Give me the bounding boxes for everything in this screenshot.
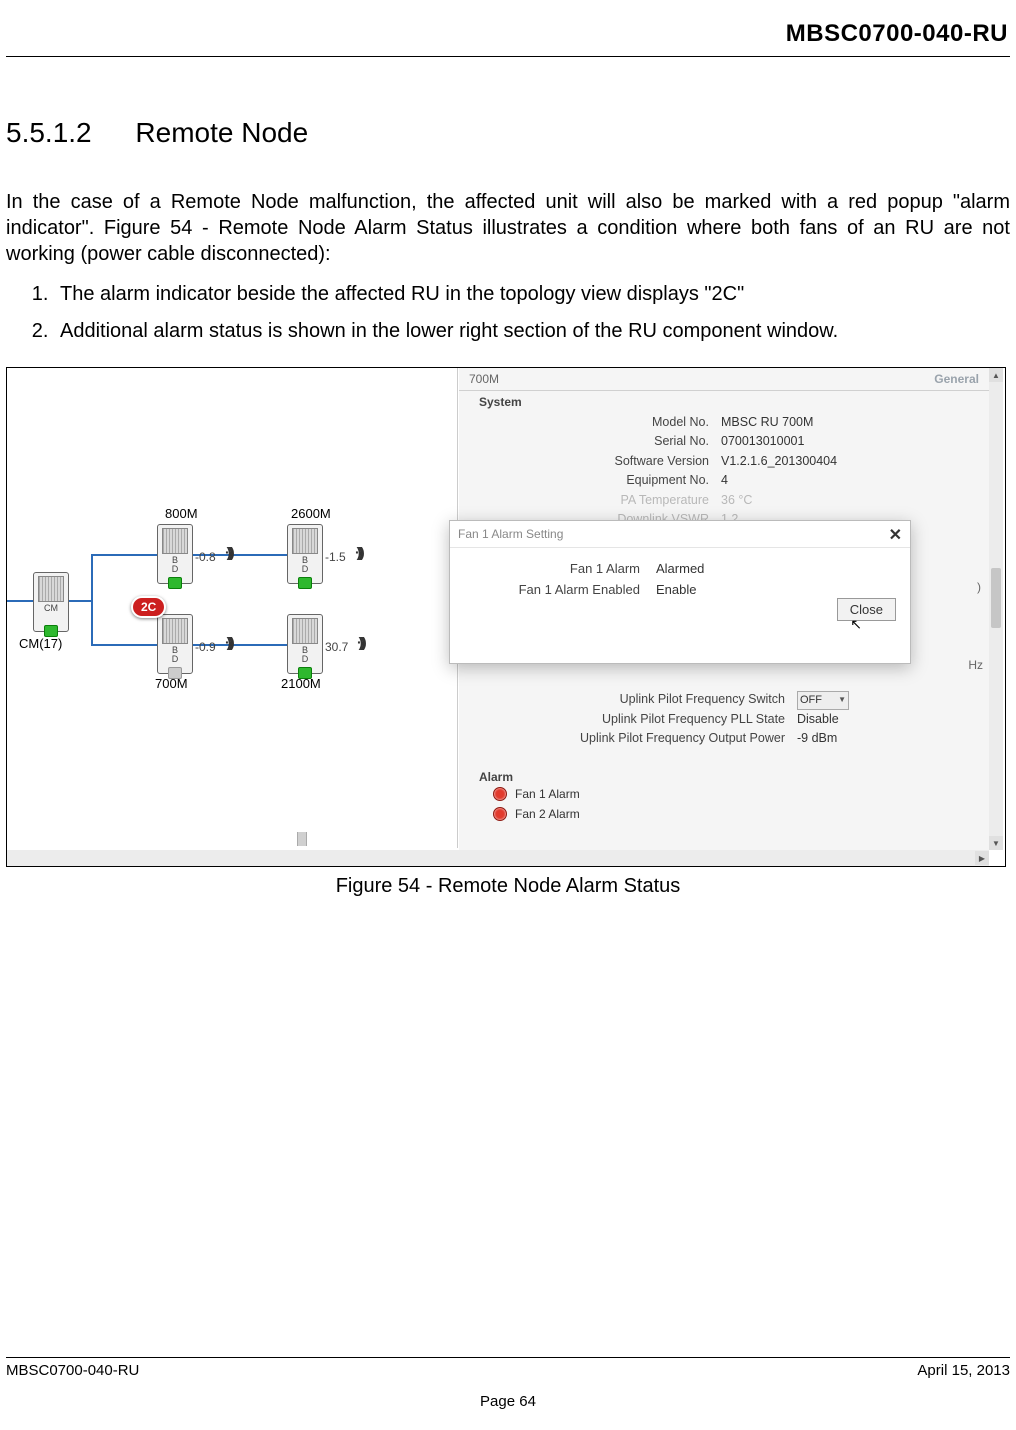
device-label: CM(17) <box>19 636 62 651</box>
scroll-down-icon[interactable]: ▼ <box>989 836 1003 850</box>
alarm-item[interactable]: Fan 2 Alarm <box>479 804 580 824</box>
details-titlebar: 700M General <box>459 368 989 391</box>
radio-waves-icon: ·))) <box>355 544 362 560</box>
general-link[interactable]: General <box>934 372 979 386</box>
device-grill <box>292 618 318 644</box>
status-led <box>298 577 312 589</box>
device-label: 2600M <box>291 506 331 521</box>
scroll-right-icon[interactable]: ▶ <box>975 851 989 865</box>
wire <box>7 600 35 602</box>
horizontal-scrollbar[interactable]: ▶ <box>7 850 989 866</box>
header-code: MBSC0700-040-RU <box>6 20 1008 48</box>
radio-waves-icon: ·))) <box>357 634 364 650</box>
close-icon[interactable]: ✕ <box>889 525 902 545</box>
close-button[interactable]: Close <box>837 598 896 621</box>
alarm-label: Fan 1 Alarm <box>515 787 580 801</box>
device-2100m[interactable]: BD <box>287 614 323 674</box>
device-type: BD <box>158 556 192 575</box>
popup-title: Fan 1 Alarm Setting <box>450 521 910 548</box>
partial-text: Hz <box>968 658 983 672</box>
figure-container: CM. CM(17) 800M BD -0.8 ·))) 2600M <box>6 367 1006 867</box>
topology-panel: CM. CM(17) 800M BD -0.8 ·))) 2600M <box>7 368 458 848</box>
device-value: 30.7 <box>325 640 348 654</box>
header-rule <box>6 56 1010 57</box>
wire <box>91 554 93 646</box>
page-root: MBSC0700-040-RU 5.5.1.2 Remote Node In t… <box>0 0 1016 1430</box>
alarm-setting-popup: Fan 1 Alarm Setting ✕ Fan 1 Alarm Alarme… <box>449 520 911 664</box>
cursor-icon: ↖ <box>850 616 862 633</box>
figure-caption: Figure 54 - Remote Node Alarm Status <box>6 875 1010 898</box>
device-grill <box>162 618 188 644</box>
radio-waves-icon: ·))) <box>225 544 232 560</box>
uplink-block: Uplink Pilot Frequency Switch OFF ▼ Upli… <box>479 690 979 749</box>
intro-paragraph: In the case of a Remote Node malfunction… <box>6 189 1010 267</box>
partial-text: ) <box>977 580 981 594</box>
details-title: 700M <box>469 372 499 386</box>
info-row: Serial No.070013010001 <box>479 432 979 451</box>
info-row: PA Temperature36 °C <box>479 491 979 510</box>
device-label: 2100M <box>281 676 321 691</box>
section-number: 5.5.1.2 <box>6 117 92 148</box>
system-block: System Model No.MBSC RU 700M Serial No.0… <box>459 391 989 531</box>
info-row: Uplink Pilot Frequency Switch OFF ▼ <box>479 690 979 710</box>
device-label: 700M <box>155 676 188 691</box>
device-grill <box>38 576 64 602</box>
device-700m[interactable]: BD <box>157 614 193 674</box>
alarm-dot-icon <box>493 787 507 801</box>
device-800m[interactable]: BD <box>157 524 193 584</box>
topology-canvas: CM. CM(17) 800M BD -0.8 ·))) 2600M <box>19 514 439 774</box>
wire <box>91 644 157 646</box>
switch-select[interactable]: OFF ▼ <box>797 691 849 710</box>
alarm-heading: Alarm <box>479 770 580 784</box>
device-value: -1.5 <box>325 550 346 564</box>
device-value: -0.8 <box>195 550 216 564</box>
info-row: Equipment No.4 <box>479 471 979 490</box>
wire <box>91 554 157 556</box>
device-type: CM. <box>34 604 68 623</box>
list-item: The alarm indicator beside the affected … <box>54 281 1010 308</box>
section-heading: 5.5.1.2 Remote Node <box>6 117 1010 149</box>
intro-list: The alarm indicator beside the affected … <box>34 281 1010 345</box>
alarm-block: Alarm Fan 1 Alarm Fan 2 Alarm <box>459 764 590 826</box>
popup-row: Fan 1 Alarm Alarmed <box>450 558 910 579</box>
device-type: BD <box>288 556 322 575</box>
device-value: -0.9 <box>195 640 216 654</box>
device-cm[interactable]: CM. <box>33 572 69 632</box>
alarm-label: Fan 2 Alarm <box>515 807 580 821</box>
info-row: Uplink Pilot Frequency Output Power-9 dB… <box>479 729 979 748</box>
list-item: Additional alarm status is shown in the … <box>54 318 1010 345</box>
footer-left: MBSC0700-040-RU <box>6 1362 139 1379</box>
alarm-badge[interactable]: 2C <box>131 596 166 618</box>
system-heading: System <box>479 395 979 409</box>
screenshot-panel: CM. CM(17) 800M BD -0.8 ·))) 2600M <box>7 368 1005 866</box>
footer-page: Page 64 <box>6 1393 1010 1410</box>
popup-value: Enable <box>656 582 696 597</box>
footer-rule <box>6 1357 1010 1358</box>
device-2600m[interactable]: BD <box>287 524 323 584</box>
footer-row: MBSC0700-040-RU April 15, 2013 <box>6 1362 1010 1379</box>
splitter-handle[interactable] <box>297 832 307 846</box>
device-grill <box>162 528 188 554</box>
alarm-item[interactable]: Fan 1 Alarm <box>479 784 580 804</box>
section-title: Remote Node <box>135 117 308 148</box>
info-row: Model No.MBSC RU 700M <box>479 413 979 432</box>
device-type: BD <box>158 646 192 665</box>
info-row: Software VersionV1.2.1.6_201300404 <box>479 452 979 471</box>
popup-value: Alarmed <box>656 561 704 576</box>
alarm-dot-icon <box>493 807 507 821</box>
device-type: BD <box>288 646 322 665</box>
status-led <box>168 577 182 589</box>
scroll-up-icon[interactable]: ▲ <box>989 368 1003 382</box>
vertical-scrollbar[interactable]: ▲ ▼ <box>989 368 1003 850</box>
radio-waves-icon: ·))) <box>225 634 232 650</box>
info-row: Uplink Pilot Frequency PLL StateDisable <box>479 710 979 729</box>
page-footer: MBSC0700-040-RU April 15, 2013 Page 64 <box>6 1357 1010 1410</box>
chevron-down-icon: ▼ <box>838 694 846 706</box>
scroll-thumb[interactable] <box>991 568 1001 628</box>
device-grill <box>292 528 318 554</box>
popup-row: Fan 1 Alarm Enabled Enable <box>450 579 910 600</box>
footer-right: April 15, 2013 <box>917 1362 1010 1379</box>
device-label: 800M <box>165 506 198 521</box>
